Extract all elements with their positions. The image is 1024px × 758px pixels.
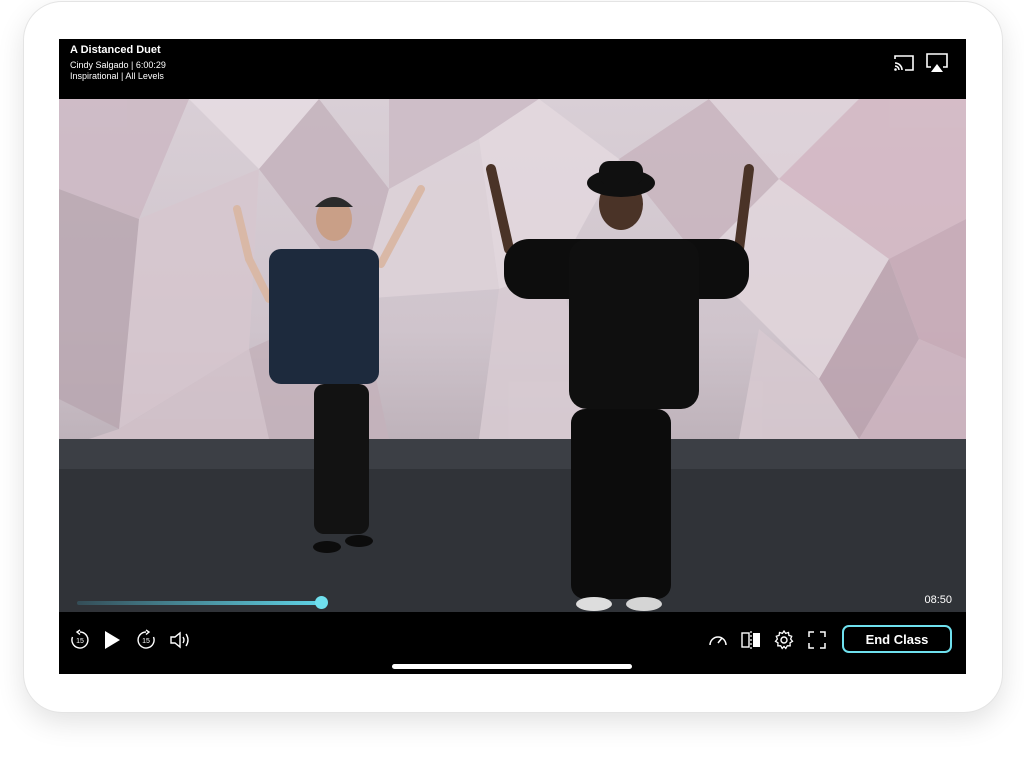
progress-scrubber[interactable] [315,596,328,609]
category-level: Inspirational | All Levels [70,71,164,81]
volume-icon[interactable] [167,627,193,653]
settings-icon[interactable] [771,627,797,653]
video-header: A Distanced Duet Cindy Salgado | 6:00:29… [59,39,966,99]
class-title: A Distanced Duet [70,44,161,56]
home-indicator[interactable] [392,664,632,669]
forward-15-label: 15 [142,638,150,645]
end-class-button[interactable]: End Class [842,625,952,653]
time-remaining: 08:50 [924,594,952,606]
video-frame[interactable]: 08:50 [59,99,966,612]
forward-15-icon[interactable]: 15 [133,627,159,653]
video-player: A Distanced Duet Cindy Salgado | 6:00:29… [59,39,966,674]
instructor-duration: Cindy Salgado | 6:00:29 [70,60,166,70]
speed-icon[interactable] [705,627,731,653]
mirror-icon[interactable] [738,627,764,653]
progress-bar[interactable] [77,601,321,605]
play-icon[interactable] [99,627,125,653]
dance-scene-illustration [59,99,966,612]
fullscreen-icon[interactable] [804,627,830,653]
airplay-icon[interactable] [925,52,949,74]
rewind-15-label: 15 [76,638,84,645]
cast-icon[interactable] [893,54,915,72]
rewind-15-icon[interactable]: 15 [67,627,93,653]
